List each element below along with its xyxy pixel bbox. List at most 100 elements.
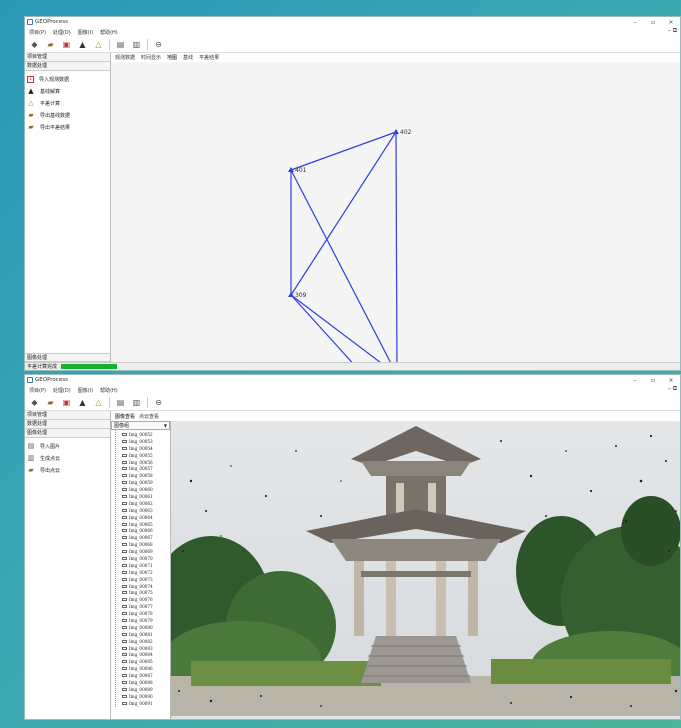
sidebar-header-image[interactable]: 图像处理	[25, 429, 110, 438]
warning-icon[interactable]: △	[93, 39, 104, 50]
image-list-item[interactable]: Img_00076	[122, 596, 170, 603]
station-marker[interactable]	[393, 129, 399, 134]
menu-process[interactable]: 处理(D)	[53, 387, 71, 394]
image-list-item[interactable]: Img_00090	[122, 693, 170, 700]
minimize-button[interactable]: –	[626, 377, 644, 384]
tag-icon[interactable]: ◆	[29, 397, 40, 408]
close-button[interactable]: ×	[662, 19, 680, 26]
menu-project[interactable]: 项目(P)	[29, 29, 46, 36]
more-icon[interactable]: ⊖	[153, 397, 164, 408]
image-list-item[interactable]: Img_00088	[122, 679, 170, 686]
menu-image[interactable]: 图像(I)	[78, 387, 93, 394]
image-list-item[interactable]: Img_00074	[122, 583, 170, 590]
chart-icon[interactable]: ▥	[131, 39, 142, 50]
sidebar-header-project[interactable]: 项目管理	[25, 411, 110, 420]
image-list-item[interactable]: Img_00057	[122, 465, 170, 472]
sidebar-item-export-pointcloud[interactable]: ▰ 导出点云	[25, 464, 110, 476]
sidebar-header-image[interactable]: 图像处理	[25, 353, 110, 362]
image-list-item[interactable]: Img_00080	[122, 624, 170, 631]
pavilion-image-view[interactable]	[171, 421, 680, 719]
import-icon[interactable]: ▣	[61, 39, 72, 50]
image-list-item[interactable]: Img_00082	[122, 638, 170, 645]
image-list-item[interactable]: Img_00066	[122, 527, 170, 534]
sidebar-item-baseline[interactable]: ▲ 基线解算	[25, 85, 110, 97]
image-list-item[interactable]: Img_00075	[122, 589, 170, 596]
image-list-item[interactable]: Img_00056	[122, 459, 170, 466]
menu-process[interactable]: 处理(D)	[53, 29, 71, 36]
mdi-restore-icon[interactable]: – ⧉	[668, 27, 677, 35]
sidebar-item-generate-pointcloud[interactable]: ▥ 生成点云	[25, 452, 110, 464]
sidebar-header-data[interactable]: 数据处理	[25, 62, 110, 71]
image-list-item[interactable]: Img_00061	[122, 493, 170, 500]
image-list-item[interactable]: Img_00071	[122, 562, 170, 569]
chart-icon[interactable]: ▥	[131, 397, 142, 408]
minimize-button[interactable]: –	[626, 19, 644, 26]
mdi-restore-icon[interactable]: – ⧉	[668, 385, 677, 393]
tab-time[interactable]: 时间显示	[141, 54, 161, 61]
image-list-item[interactable]: Img_00065	[122, 521, 170, 528]
image-list-item[interactable]: Img_00060	[122, 486, 170, 493]
image-list-item[interactable]: Img_00072	[122, 569, 170, 576]
image-list-item[interactable]: Img_00059	[122, 479, 170, 486]
sidebar-item-import-images[interactable]: ▤ 导入图片	[25, 440, 110, 452]
image-list-item[interactable]: Img_00079	[122, 617, 170, 624]
network-map: 402401309315311	[288, 129, 412, 370]
image-list-item[interactable]: Img_00089	[122, 686, 170, 693]
image-list-item[interactable]: Img_00052	[122, 431, 170, 438]
sidebar-item-import-observations[interactable]: ↓ 导入观测数据	[25, 73, 110, 85]
image-list-item[interactable]: Img_00062	[122, 500, 170, 507]
image-list-item[interactable]: Img_00068	[122, 541, 170, 548]
menu-image[interactable]: 图像(I)	[78, 29, 93, 36]
image-list-item[interactable]: Img_00083	[122, 645, 170, 652]
image-name: Img_00056	[129, 459, 153, 465]
more-icon[interactable]: ⊖	[153, 39, 164, 50]
image-list-item[interactable]: Img_00054	[122, 445, 170, 452]
image-list-item[interactable]: Img_00091	[122, 700, 170, 707]
image-list-item[interactable]: Img_00078	[122, 610, 170, 617]
mountain-icon[interactable]: ▲	[77, 39, 88, 50]
menu-project[interactable]: 项目(P)	[29, 387, 46, 394]
image-list-item[interactable]: Img_00087	[122, 672, 170, 679]
save-icon[interactable]: ▤	[115, 397, 126, 408]
maximize-button[interactable]: ▫	[644, 19, 662, 26]
mountain-icon[interactable]: ▲	[77, 397, 88, 408]
tab-pointcloud-view[interactable]: 点云查看	[139, 413, 159, 420]
tab-adjustment-result[interactable]: 平差结果	[199, 54, 219, 61]
image-list-item[interactable]: Img_00073	[122, 576, 170, 583]
image-list-item[interactable]: Img_00077	[122, 603, 170, 610]
image-list-item[interactable]: Img_00086	[122, 665, 170, 672]
import-icon[interactable]: ▣	[61, 397, 72, 408]
image-group-select[interactable]: 图像组 ▼	[111, 421, 170, 430]
open-folder-icon[interactable]: ▰	[45, 397, 56, 408]
tab-map[interactable]: 地图	[167, 54, 177, 61]
image-list-item[interactable]: Img_00064	[122, 514, 170, 521]
tag-icon[interactable]: ◆	[29, 39, 40, 50]
image-list-item[interactable]: Img_00081	[122, 631, 170, 638]
image-list-item[interactable]: Img_00058	[122, 472, 170, 479]
tab-image-view[interactable]: 图像查看	[115, 413, 135, 420]
image-list-item[interactable]: Img_00085	[122, 658, 170, 665]
close-button[interactable]: ×	[662, 377, 680, 384]
tab-baseline[interactable]: 基线	[183, 54, 193, 61]
sidebar-header-data[interactable]: 数据处理	[25, 420, 110, 429]
image-list-item[interactable]: Img_00055	[122, 452, 170, 459]
image-list-item[interactable]: Img_00053	[122, 438, 170, 445]
image-list-item[interactable]: Img_00063	[122, 507, 170, 514]
tab-observations[interactable]: 观测数据	[115, 54, 135, 61]
menu-help[interactable]: 帮助(H)	[100, 387, 118, 394]
image-list-item[interactable]: Img_00084	[122, 652, 170, 659]
open-folder-icon[interactable]: ▰	[45, 39, 56, 50]
maximize-button[interactable]: ▫	[644, 377, 662, 384]
image-list-item[interactable]: Img_00069	[122, 548, 170, 555]
image-list-item[interactable]: Img_00070	[122, 555, 170, 562]
menu-help[interactable]: 帮助(H)	[100, 29, 118, 36]
sidebar-item-export-baseline[interactable]: ▰ 导出基线数据	[25, 109, 110, 121]
image-name: Img_00059	[129, 480, 153, 486]
network-map-canvas[interactable]: 402401309315311	[111, 62, 680, 370]
sidebar-header-project[interactable]: 项目管理	[25, 53, 110, 62]
save-icon[interactable]: ▤	[115, 39, 126, 50]
warning-icon[interactable]: △	[93, 397, 104, 408]
sidebar-item-adjustment[interactable]: △ 平差计算	[25, 97, 110, 109]
sidebar-item-export-result[interactable]: ▰ 导出平差结果	[25, 121, 110, 133]
image-list-item[interactable]: Img_00067	[122, 534, 170, 541]
